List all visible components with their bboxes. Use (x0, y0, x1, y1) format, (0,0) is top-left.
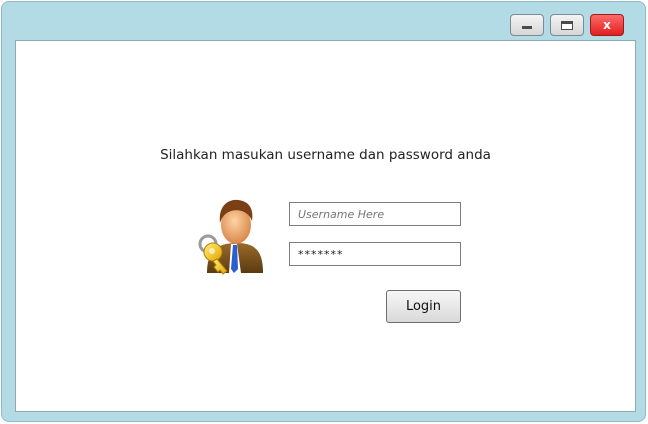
minimize-icon (522, 26, 532, 29)
user-key-icon (198, 199, 263, 275)
close-icon: x (603, 18, 611, 32)
app-window: x Silahkan masukan username dan password… (1, 1, 646, 422)
close-button[interactable]: x (590, 14, 624, 36)
login-prompt: Silahkan masukan username dan password a… (160, 147, 491, 163)
minimize-button[interactable] (510, 14, 544, 36)
username-input[interactable] (289, 202, 461, 226)
password-input[interactable] (289, 242, 461, 266)
maximize-button[interactable] (550, 14, 584, 36)
login-button[interactable]: Login (386, 290, 461, 323)
login-panel: Silahkan masukan username dan password a… (15, 40, 636, 412)
maximize-icon (561, 20, 573, 30)
